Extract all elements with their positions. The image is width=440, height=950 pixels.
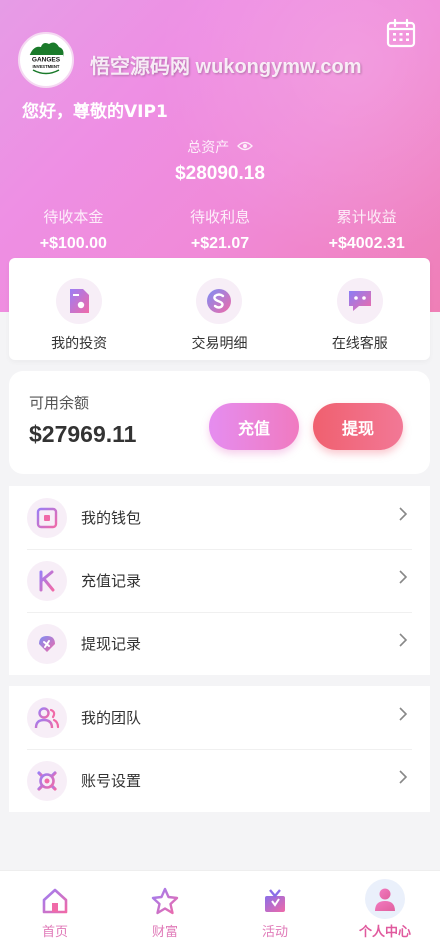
total-assets-label-text: 总资产 (187, 140, 230, 156)
tab-home[interactable]: 首页 (0, 871, 110, 950)
tab-activity[interactable]: 活动 (220, 871, 330, 950)
tab-label: 活动 (261, 925, 288, 940)
transaction-icon (196, 278, 243, 324)
svg-text:INVESTMENT: INVESTMENT (33, 64, 60, 69)
watermark-text: 悟空源码网 wukongymw.com (90, 56, 362, 78)
tab-label: 个人中心 (358, 925, 411, 940)
menu-item-account-settings[interactable]: 账号设置 (9, 749, 430, 812)
tab-label: 首页 (41, 925, 68, 940)
stat-label: 待收本金 (43, 208, 104, 226)
tab-label: 财富 (151, 925, 178, 940)
ganges-logo-icon: GANGES INVESTMENT (22, 36, 70, 84)
menu-item-label: 账号设置 (81, 772, 142, 790)
withdraw-button[interactable]: 提现 (313, 403, 403, 450)
svg-text:GANGES: GANGES (32, 57, 61, 64)
balance-card: 可用余额 $27969.11 充值 提现 (9, 371, 430, 474)
quick-action-transaction-details[interactable]: 交易明细 (149, 258, 289, 360)
stat-label: 待收利息 (190, 208, 251, 226)
investment-icon (56, 278, 103, 324)
team-icon (27, 697, 67, 738)
user-icon (365, 879, 405, 919)
quick-action-label: 交易明细 (191, 336, 248, 352)
menu-item-recharge-record[interactable]: 充值记录 (9, 549, 430, 612)
greeting-text: 您好，尊敬的VIP1 (22, 102, 168, 122)
menu-item-label: 我的钱包 (81, 509, 142, 527)
withdraw-record-icon (27, 623, 67, 664)
eye-icon[interactable] (236, 140, 253, 156)
total-assets-value: $28090.18 (175, 163, 265, 184)
stat-pending-principal: 待收本金 +$100.00 (0, 206, 147, 253)
stat-pending-interest: 待收利息 +$21.07 (147, 206, 294, 253)
tab-wealth[interactable]: 财富 (110, 871, 220, 950)
chevron-right-icon (398, 769, 408, 789)
recharge-record-icon (27, 560, 67, 601)
chevron-right-icon (398, 569, 408, 589)
stat-label: 累计收益 (336, 208, 397, 226)
available-balance-label: 可用余额 (29, 394, 90, 412)
menu-item-label: 我的团队 (81, 709, 142, 727)
stat-value: +$100.00 (39, 235, 107, 252)
settings-icon (27, 760, 67, 801)
star-icon (149, 885, 181, 917)
chevron-right-icon (398, 632, 408, 652)
quick-action-my-investment[interactable]: 我的投资 (9, 258, 149, 360)
home-icon (39, 885, 71, 917)
chevron-right-icon (398, 506, 408, 526)
stat-value: +$21.07 (190, 235, 250, 252)
wallet-icon (27, 497, 67, 538)
menu-item-withdraw-record[interactable]: 提现记录 (9, 612, 430, 675)
menu-item-my-wallet[interactable]: 我的钱包 (9, 486, 430, 549)
available-balance-value: $27969.11 (29, 421, 137, 447)
tab-personal-center[interactable]: 个人中心 (330, 871, 440, 950)
quick-actions-card: 我的投资 交易明细 在线客服 (9, 258, 430, 360)
bottom-tab-bar: 首页 财富 活动 个人中心 (0, 870, 440, 950)
total-assets-label: 总资产 (0, 137, 440, 157)
chevron-right-icon (398, 706, 408, 726)
menu-group-account: 我的团队 账号设置 (9, 686, 430, 812)
calendar-icon[interactable] (386, 18, 416, 48)
quick-action-label: 我的投资 (51, 336, 108, 352)
quick-action-online-service[interactable]: 在线客服 (290, 258, 430, 360)
stat-total-earnings: 累计收益 +$4002.31 (293, 206, 440, 253)
avatar[interactable]: GANGES INVESTMENT (18, 32, 74, 88)
menu-item-my-team[interactable]: 我的团队 (9, 686, 430, 749)
stat-value: +$4002.31 (328, 235, 405, 252)
quick-action-label: 在线客服 (331, 336, 388, 352)
chat-icon (336, 278, 383, 324)
menu-group-finance: 我的钱包 充值记录 提现记录 (9, 486, 430, 675)
menu-item-label: 提现记录 (81, 635, 142, 653)
recharge-button[interactable]: 充值 (209, 403, 299, 450)
gift-icon (259, 885, 291, 917)
stats-row: 待收本金 +$100.00 待收利息 +$21.07 累计收益 +$4002.3… (0, 206, 440, 253)
menu-item-label: 充值记录 (81, 572, 142, 590)
